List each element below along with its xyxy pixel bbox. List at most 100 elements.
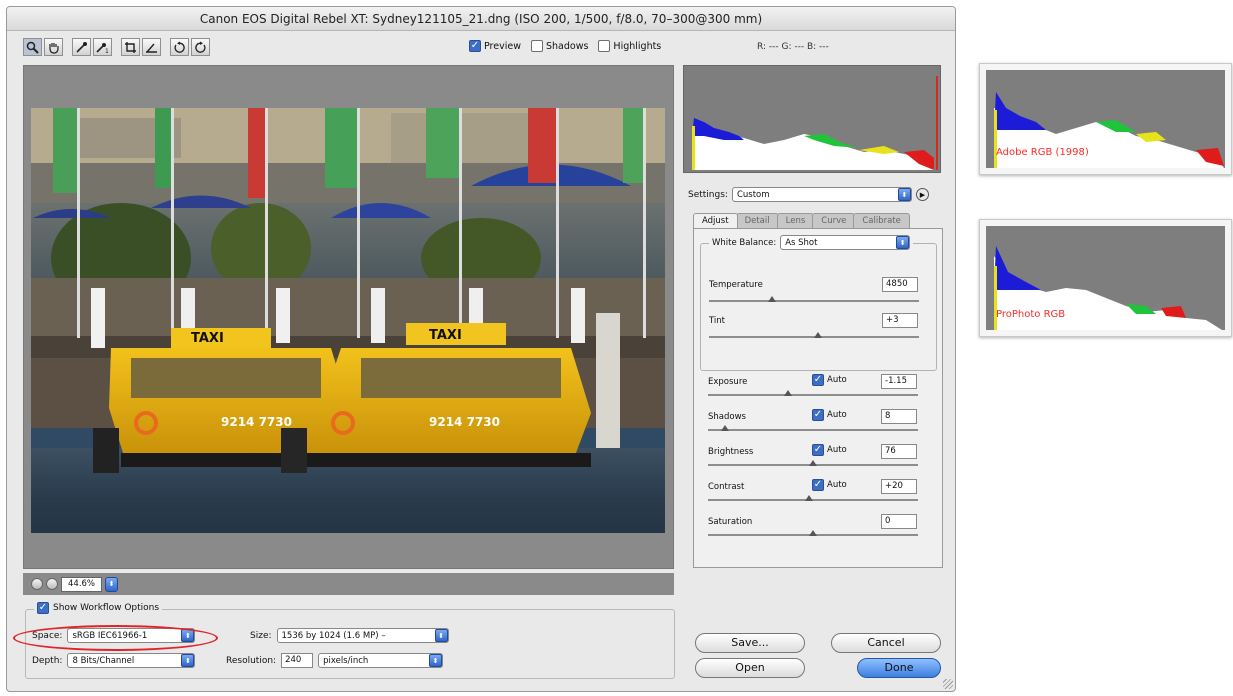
slider-thumb[interactable] xyxy=(804,495,813,501)
slider-value-input[interactable]: -1.15 xyxy=(881,374,917,389)
white-balance-group: White Balance: As Shot ⬍ Temperature 485… xyxy=(700,235,937,371)
checkmark-icon: ✓ xyxy=(469,40,481,52)
shadows-label: Shadows xyxy=(545,40,589,52)
rotate-right-icon[interactable] xyxy=(191,38,210,56)
preview-checkbox[interactable]: ✓ Preview xyxy=(469,40,521,52)
show-workflow-checkbox[interactable]: ✓ Show Workflow Options xyxy=(34,602,163,614)
hand-tool-icon[interactable] xyxy=(44,38,63,56)
zoom-tool-icon[interactable] xyxy=(23,38,42,56)
auto-label: Auto xyxy=(827,410,847,420)
slider-value-input[interactable]: 8 xyxy=(881,409,917,424)
auto-checkbox[interactable]: ✓ Auto xyxy=(812,374,847,386)
tint-slider-thumb[interactable] xyxy=(814,332,823,338)
zoom-in-button[interactable] xyxy=(46,578,58,590)
prophoto-rgb-histogram-panel: ProPhoto RGB xyxy=(979,219,1232,337)
shadows-checkbox[interactable]: Shadows xyxy=(530,40,589,52)
resolution-label: Resolution: xyxy=(226,655,277,666)
done-button[interactable]: Done xyxy=(857,658,941,678)
resolution-unit: pixels/inch xyxy=(323,655,369,666)
auto-checkbox[interactable]: ✓ Auto xyxy=(812,409,847,421)
slider-track[interactable] xyxy=(708,429,918,431)
straighten-tool-icon[interactable] xyxy=(142,38,161,56)
slider-thumb[interactable] xyxy=(783,390,792,396)
view-options: ✓ Preview Shadows Highlights xyxy=(469,40,661,52)
settings-menu-icon[interactable]: ▶ xyxy=(915,188,929,201)
auto-label: Auto xyxy=(827,375,847,385)
white-balance-tool-icon[interactable] xyxy=(72,38,91,56)
auto-checkbox[interactable]: ✓ Auto xyxy=(812,444,847,456)
slider-thumb[interactable] xyxy=(720,425,729,431)
window-title: Canon EOS Digital Rebel XT: Sydney121105… xyxy=(7,7,955,31)
slider-label: Brightness xyxy=(708,447,754,457)
auto-label: Auto xyxy=(827,480,847,490)
harbor-taxi-photo: TAXI TAXI 9214 7730 9214 7730 xyxy=(31,108,665,533)
adobe-rgb-histogram-panel: Adobe RGB (1998) xyxy=(979,63,1232,175)
zoom-bar: 44.6% ⬍ xyxy=(23,573,674,595)
tint-input[interactable]: +3 xyxy=(882,313,918,328)
tab-calibrate[interactable]: Calibrate xyxy=(853,213,910,228)
open-button[interactable]: Open xyxy=(695,658,805,678)
chevron-updown-icon[interactable]: ⬍ xyxy=(105,576,119,592)
slider-track[interactable] xyxy=(708,394,918,396)
slider-value-input[interactable]: 76 xyxy=(881,444,917,459)
resize-grip-icon[interactable] xyxy=(943,679,953,689)
zoom-out-button[interactable] xyxy=(31,578,43,590)
preview-label: Preview xyxy=(484,40,521,52)
slider-value-input[interactable]: 0 xyxy=(881,514,917,529)
resolution-unit-select[interactable]: pixels/inch ⬍ xyxy=(318,653,444,668)
size-select[interactable]: 1536 by 1024 (1.6 MP) – ⬍ xyxy=(276,628,449,643)
temperature-label: Temperature xyxy=(709,280,763,290)
checkmark-icon: ✓ xyxy=(812,409,824,421)
temperature-slider-thumb[interactable] xyxy=(768,296,776,302)
tab-detail[interactable]: Detail xyxy=(735,213,779,228)
size-value: 1536 by 1024 (1.6 MP) – xyxy=(281,630,386,641)
checkbox-empty-icon xyxy=(530,40,543,52)
depth-label: Depth: xyxy=(32,655,63,666)
chevron-updown-icon: ⬍ xyxy=(896,236,910,249)
tab-curve[interactable]: Curve xyxy=(812,213,856,228)
depth-value: 8 Bits/Channel xyxy=(72,655,135,666)
zoom-level-select[interactable]: 44.6% xyxy=(61,576,103,592)
white-balance-select[interactable]: As Shot ⬍ xyxy=(780,235,911,250)
settings-value: Custom xyxy=(736,189,770,200)
adobe-rgb-label: Adobe RGB (1998) xyxy=(996,147,1089,158)
tint-label: Tint xyxy=(709,316,726,326)
tab-adjust[interactable]: Adjust xyxy=(693,213,738,228)
show-workflow-label: Show Workflow Options xyxy=(53,603,160,613)
resolution-input[interactable]: 240 xyxy=(281,653,314,668)
white-balance-label: White Balance: xyxy=(712,237,777,248)
white-balance-value: As Shot xyxy=(785,237,818,248)
adjust-tabs: Adjust Detail Lens Curve Calibrate xyxy=(693,213,910,228)
histogram-graph xyxy=(692,76,938,170)
slider-thumb[interactable] xyxy=(809,530,817,536)
prophoto-rgb-label: ProPhoto RGB xyxy=(996,309,1066,320)
slider-thumb[interactable] xyxy=(809,460,817,466)
slider-label: Shadows xyxy=(708,412,746,422)
auto-checkbox[interactable]: ✓ Auto xyxy=(812,479,847,491)
temperature-slider-track[interactable] xyxy=(709,300,919,302)
cancel-button[interactable]: Cancel xyxy=(831,633,941,653)
rotate-left-icon[interactable] xyxy=(170,38,189,56)
crop-tool-icon[interactable] xyxy=(121,38,140,56)
save-button[interactable]: Save... xyxy=(695,633,805,653)
highlights-label: Highlights xyxy=(613,40,662,52)
checkmark-icon: ✓ xyxy=(812,479,824,491)
highlights-checkbox[interactable]: Highlights xyxy=(598,40,661,52)
slider-label: Contrast xyxy=(708,482,745,492)
depth-select[interactable]: 8 Bits/Channel ⬍ xyxy=(67,653,196,668)
chevron-updown-icon: ⬍ xyxy=(429,654,443,667)
auto-label: Auto xyxy=(827,445,847,455)
checkmark-icon: ✓ xyxy=(812,374,824,386)
settings-row: Settings: Custom ⬍ ▶ xyxy=(688,187,929,202)
chevron-updown-icon: ⬍ xyxy=(181,654,195,667)
color-sampler-tool-icon[interactable]: 1 xyxy=(93,38,112,56)
checkmark-icon: ✓ xyxy=(37,602,49,614)
settings-select[interactable]: Custom ⬍ xyxy=(731,187,912,202)
image-preview-area[interactable]: TAXI TAXI 9214 7730 9214 7730 xyxy=(23,65,674,569)
slider-track[interactable] xyxy=(708,499,918,501)
tab-lens[interactable]: Lens xyxy=(776,213,815,228)
temperature-input[interactable]: 4850 xyxy=(882,277,918,292)
chevron-updown-icon: ⬍ xyxy=(434,629,448,642)
slider-value-input[interactable]: +20 xyxy=(881,479,917,494)
size-label: Size: xyxy=(250,630,272,641)
